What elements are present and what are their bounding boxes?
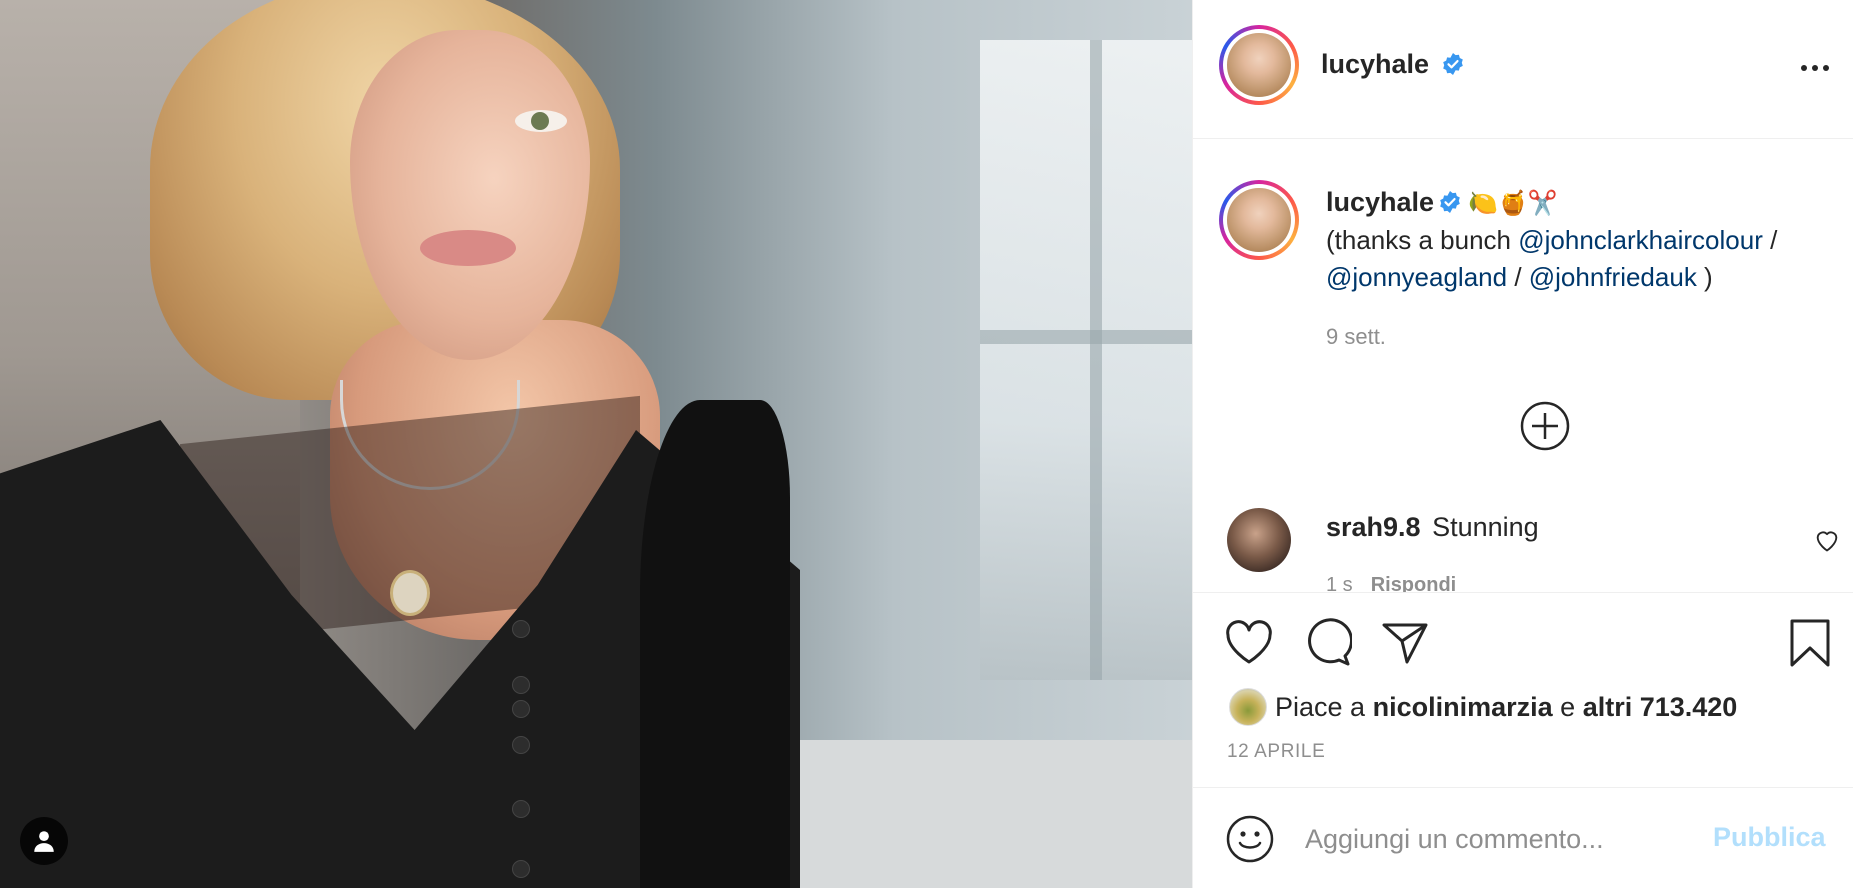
plus-circle-icon[interactable] bbox=[1519, 400, 1571, 452]
caption-text: ) bbox=[1696, 262, 1713, 292]
mention-link[interactable]: @jonnyeagland bbox=[1326, 262, 1507, 292]
caption-text: (thanks a bunch bbox=[1326, 225, 1519, 255]
post-date[interactable]: 12 APRILE bbox=[1227, 741, 1325, 763]
photo-sleeve bbox=[640, 400, 790, 888]
heart-icon[interactable] bbox=[1813, 526, 1841, 554]
more-options-button[interactable] bbox=[1799, 52, 1831, 84]
avatar-image bbox=[1227, 33, 1291, 97]
commenter-avatar[interactable] bbox=[1227, 508, 1291, 572]
comment-input[interactable] bbox=[1305, 818, 1705, 860]
reply-link[interactable]: Rispondi bbox=[1371, 574, 1457, 592]
caption-author-username[interactable]: lucyhale bbox=[1326, 187, 1434, 217]
tagged-users-button[interactable] bbox=[20, 817, 68, 865]
photo-dress-button bbox=[512, 736, 530, 754]
verified-badge-icon bbox=[1440, 191, 1460, 214]
photo-pendant bbox=[390, 570, 430, 616]
bookmark-icon bbox=[1790, 619, 1830, 667]
more-options-icon bbox=[1801, 65, 1829, 71]
comment-timestamp[interactable]: 1 s bbox=[1326, 574, 1353, 592]
caption-emojis: 🍋🍯✂️ bbox=[1468, 189, 1558, 217]
comment-button[interactable] bbox=[1301, 617, 1353, 669]
save-button[interactable] bbox=[1784, 617, 1836, 669]
paper-plane-icon bbox=[1382, 623, 1428, 664]
post-header: lucyhale bbox=[1193, 0, 1853, 139]
photo-window bbox=[980, 40, 1192, 680]
photo-dress-button bbox=[512, 800, 530, 818]
photo-window-frame bbox=[980, 330, 1192, 344]
smiley-icon[interactable] bbox=[1225, 814, 1275, 864]
user-silhouette-icon bbox=[34, 831, 54, 852]
caption-author-avatar[interactable] bbox=[1219, 180, 1299, 260]
comment-meta: 1 s Rispondi bbox=[1326, 574, 1456, 592]
heart-icon bbox=[1226, 620, 1272, 664]
comments-section[interactable]: lucyhale 🍋🍯✂️ (thanks a bunch @johnclark… bbox=[1193, 140, 1853, 592]
photo-lips bbox=[420, 230, 516, 266]
verified-badge-icon bbox=[1443, 53, 1463, 75]
post-photo[interactable] bbox=[0, 0, 1192, 888]
avatar-image bbox=[1227, 188, 1291, 252]
photo-dress-button bbox=[512, 676, 530, 694]
liker-username[interactable]: nicolinimarzia bbox=[1373, 692, 1553, 723]
mention-link[interactable]: @johnfriedauk bbox=[1529, 262, 1697, 292]
commenter-username[interactable]: srah9.8 bbox=[1326, 512, 1421, 542]
caption-timestamp[interactable]: 9 sett. bbox=[1326, 324, 1386, 350]
post-details-panel: lucyhale lucyhale 🍋🍯✂️ (thanks a bunch @… bbox=[1192, 0, 1853, 888]
comment-bubble-icon bbox=[1308, 618, 1352, 666]
author-avatar[interactable] bbox=[1219, 25, 1299, 105]
photo-dress-button bbox=[512, 860, 530, 878]
publish-button[interactable]: Pubblica bbox=[1713, 822, 1826, 853]
caption-separator: / bbox=[1762, 225, 1778, 255]
photo-window-frame bbox=[1090, 40, 1102, 680]
likes-count[interactable]: altri 713.420 bbox=[1583, 692, 1738, 723]
author-username[interactable]: lucyhale bbox=[1321, 49, 1429, 80]
likes-connector: e bbox=[1560, 691, 1576, 722]
likes-prefix: Piace a bbox=[1275, 691, 1366, 722]
like-button[interactable] bbox=[1223, 617, 1275, 669]
likes-summary[interactable]: Piace a nicolinimarzia e altri 713.420 bbox=[1229, 687, 1737, 727]
comment: srah9.8 Stunning bbox=[1326, 512, 1539, 543]
liker-avatar bbox=[1229, 688, 1267, 726]
photo-dress-button bbox=[512, 620, 530, 638]
photo-dress-button bbox=[512, 700, 530, 718]
photo-eye bbox=[515, 110, 567, 132]
caption-separator: / bbox=[1507, 262, 1529, 292]
add-comment-bar: Pubblica bbox=[1193, 787, 1853, 888]
post-actions: Piace a nicolinimarzia e altri 713.420 1… bbox=[1193, 592, 1853, 787]
mention-link[interactable]: @johnclarkhaircolour bbox=[1518, 225, 1763, 255]
post-caption: lucyhale 🍋🍯✂️ (thanks a bunch @johnclark… bbox=[1326, 184, 1836, 296]
share-button[interactable] bbox=[1379, 617, 1431, 669]
comment-text: Stunning bbox=[1432, 512, 1539, 542]
